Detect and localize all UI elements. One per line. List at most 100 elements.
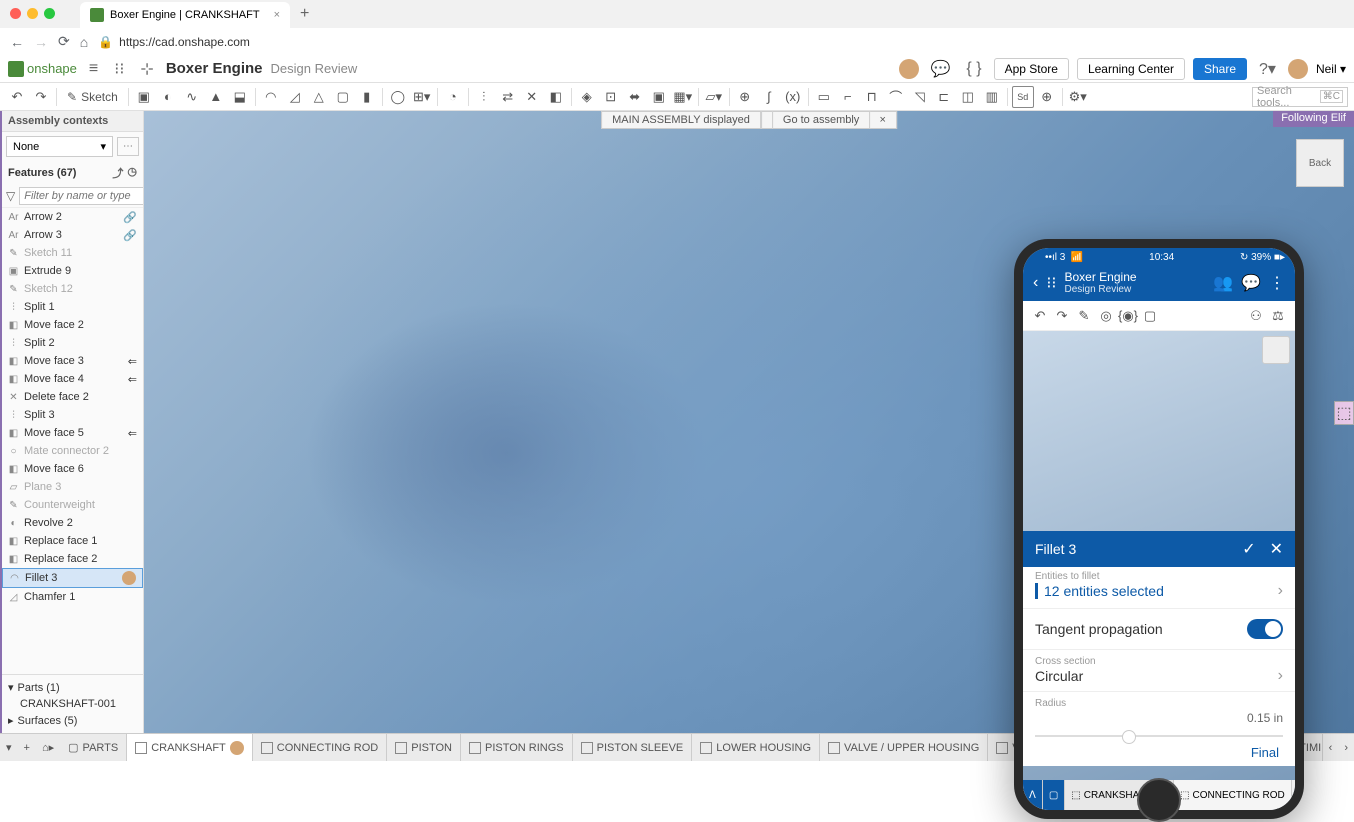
fillet-cancel-icon[interactable]: ✕ — [1270, 539, 1283, 559]
bottom-tab[interactable]: PISTON — [387, 734, 461, 761]
hole-icon[interactable]: ◯ — [387, 86, 409, 108]
sheet-metal-icon[interactable]: ▭ — [813, 86, 835, 108]
phone-back-icon[interactable]: ‹ — [1033, 274, 1038, 292]
view-cube[interactable]: Back — [1296, 139, 1344, 187]
phone-tab-connecting-rod[interactable]: ⬚CONNECTING ROD — [1174, 780, 1292, 810]
tab-tool-icon[interactable]: ⊓ — [861, 86, 883, 108]
feature-item[interactable]: ArArrow 2🔗 — [2, 208, 143, 226]
phone-tab-up[interactable]: ᐱ — [1023, 780, 1043, 810]
plane-icon[interactable]: ▱▾ — [703, 86, 725, 108]
feature-item[interactable]: ✎Counterweight — [2, 496, 143, 514]
pattern-icon[interactable]: ⊞▾ — [411, 86, 433, 108]
filter-input[interactable] — [19, 187, 144, 205]
phone-more-icon[interactable]: ⋮ — [1269, 273, 1285, 293]
replace-face-icon[interactable]: ▣ — [648, 86, 670, 108]
surfaces-header[interactable]: ▸Surfaces (5) — [8, 712, 137, 729]
entities-row[interactable]: Entities to fillet 12 entities selected› — [1023, 567, 1295, 609]
minimize-window-button[interactable] — [27, 8, 38, 19]
forward-button[interactable]: → — [34, 34, 48, 50]
bend-icon[interactable]: ⌒ — [885, 86, 907, 108]
feature-item[interactable]: ✕Delete face 2 — [2, 388, 143, 406]
phone-redo-icon[interactable]: ↷ — [1051, 305, 1073, 327]
refresh-icon[interactable]: ◷ — [127, 165, 137, 181]
phone-user-icon[interactable]: ⚇ — [1245, 305, 1267, 327]
username-dropdown[interactable]: Neil ▾ — [1316, 62, 1346, 76]
bottom-menu-icon[interactable]: ▾ — [0, 734, 18, 761]
bottom-tab[interactable]: LOWER HOUSING — [692, 734, 820, 761]
sketch-button[interactable]: ✎Sketch — [61, 88, 124, 106]
move-face-icon[interactable]: ⬌ — [624, 86, 646, 108]
maximize-window-button[interactable] — [44, 8, 55, 19]
undo-icon[interactable]: ↶ — [6, 86, 28, 108]
tool-b-icon[interactable]: ◫ — [957, 86, 979, 108]
bottom-tab[interactable]: VALVE / UPPER HOUSING — [820, 734, 988, 761]
phone-canvas[interactable]: Fillet 3 ✓ ✕ Entities to fillet 12 entit… — [1023, 331, 1295, 810]
phone-users-icon[interactable]: 👥 — [1213, 273, 1233, 293]
phone-feature-icon[interactable]: {◉} — [1117, 305, 1139, 327]
phone-home-button[interactable] — [1137, 778, 1181, 822]
feature-item[interactable]: ◐Revolve 2 — [2, 514, 143, 532]
tool-c-icon[interactable]: ▥ — [981, 86, 1003, 108]
feature-item[interactable]: ◿Chamfer 1 — [2, 588, 143, 606]
feature-item[interactable]: ▣Extrude 9 — [2, 262, 143, 280]
cross-section-row[interactable]: Cross section Circular› — [1023, 650, 1295, 692]
close-window-button[interactable] — [10, 8, 21, 19]
extrude-icon[interactable]: ▣ — [133, 86, 155, 108]
following-badge[interactable]: Following Elif — [1273, 111, 1354, 127]
bottom-tab[interactable]: ▢PARTS — [60, 734, 127, 761]
phone-balance-icon[interactable]: ⚖ — [1267, 305, 1289, 327]
bottom-home-icon[interactable]: ⌂▸ — [36, 734, 60, 761]
new-tab-button[interactable]: + — [300, 5, 309, 23]
insert-icon[interactable]: ⊹ — [136, 57, 157, 81]
filter-icon[interactable]: ▽ — [6, 189, 15, 203]
modify-icon[interactable]: ◧ — [545, 86, 567, 108]
back-button[interactable]: ← — [10, 34, 24, 50]
mate-connector-icon[interactable]: ⊕ — [734, 86, 756, 108]
variable-icon[interactable]: (x) — [782, 86, 804, 108]
redo-icon[interactable]: ↷ — [30, 86, 52, 108]
feature-item[interactable]: ⫶Split 1 — [2, 298, 143, 316]
radius-slider[interactable] — [1035, 735, 1283, 737]
tool-a-icon[interactable]: ▦▾ — [672, 86, 694, 108]
help-icon[interactable]: ?▾ — [1255, 57, 1280, 81]
context-select[interactable]: None▾ — [6, 136, 113, 157]
bottom-add-tab[interactable]: + — [18, 734, 36, 761]
share-button[interactable]: Share — [1193, 58, 1247, 80]
feature-item[interactable]: ✎Sketch 11 — [2, 244, 143, 262]
offset-icon[interactable]: ⊡ — [600, 86, 622, 108]
comments-icon[interactable]: 💬 — [927, 57, 955, 81]
feature-item[interactable]: ◧Move face 3⇐ — [2, 352, 143, 370]
feature-item[interactable]: ⫶Split 3 — [2, 406, 143, 424]
bottom-tab[interactable]: PISTON RINGS — [461, 734, 573, 761]
fillet-icon[interactable]: ◠ — [260, 86, 282, 108]
rib-icon[interactable]: ▮ — [356, 86, 378, 108]
fillet-accept-icon[interactable]: ✓ — [1242, 539, 1255, 559]
custom-features-icon[interactable]: ⚙▾ — [1067, 86, 1089, 108]
unfold-icon[interactable]: ⊏ — [933, 86, 955, 108]
surface-tool-icon[interactable]: ◈ — [576, 86, 598, 108]
bottom-tab[interactable]: CRANKSHAFT — [127, 734, 253, 761]
browser-tab[interactable]: Boxer Engine | CRANKSHAFT × — [80, 2, 290, 28]
feature-item[interactable]: ◧Move face 4⇐ — [2, 370, 143, 388]
phone-chat-icon[interactable]: 💬 — [1241, 273, 1261, 293]
phone-view-icon[interactable]: ◎ — [1095, 305, 1117, 327]
chamfer-icon[interactable]: ◿ — [284, 86, 306, 108]
final-button[interactable]: Final — [1035, 745, 1283, 760]
delete-face-icon[interactable]: ✕ — [521, 86, 543, 108]
search-tools-input[interactable]: Search tools... ⌘C — [1252, 87, 1348, 107]
add-icon[interactable]: ⊕ — [1036, 86, 1058, 108]
corner-icon[interactable]: ◹ — [909, 86, 931, 108]
code-icon[interactable]: { } — [962, 58, 985, 80]
transform-icon[interactable]: ⇄ — [497, 86, 519, 108]
feature-item[interactable]: ✎Sketch 12 — [2, 280, 143, 298]
scroll-tabs-right[interactable]: › — [1338, 734, 1354, 761]
flange-icon[interactable]: ⌐ — [837, 86, 859, 108]
phone-sketch-icon[interactable]: ✎ — [1073, 305, 1095, 327]
feature-item[interactable]: ◧Move face 2 — [2, 316, 143, 334]
learning-center-button[interactable]: Learning Center — [1077, 58, 1185, 80]
revolve-icon[interactable]: ◐ — [157, 86, 179, 108]
phone-cube-icon[interactable]: ▢ — [1139, 305, 1161, 327]
radius-value[interactable]: 0.15 in — [1035, 709, 1283, 729]
draft-icon[interactable]: △ — [308, 86, 330, 108]
bottom-tab[interactable]: CONNECTING ROD — [253, 734, 387, 761]
